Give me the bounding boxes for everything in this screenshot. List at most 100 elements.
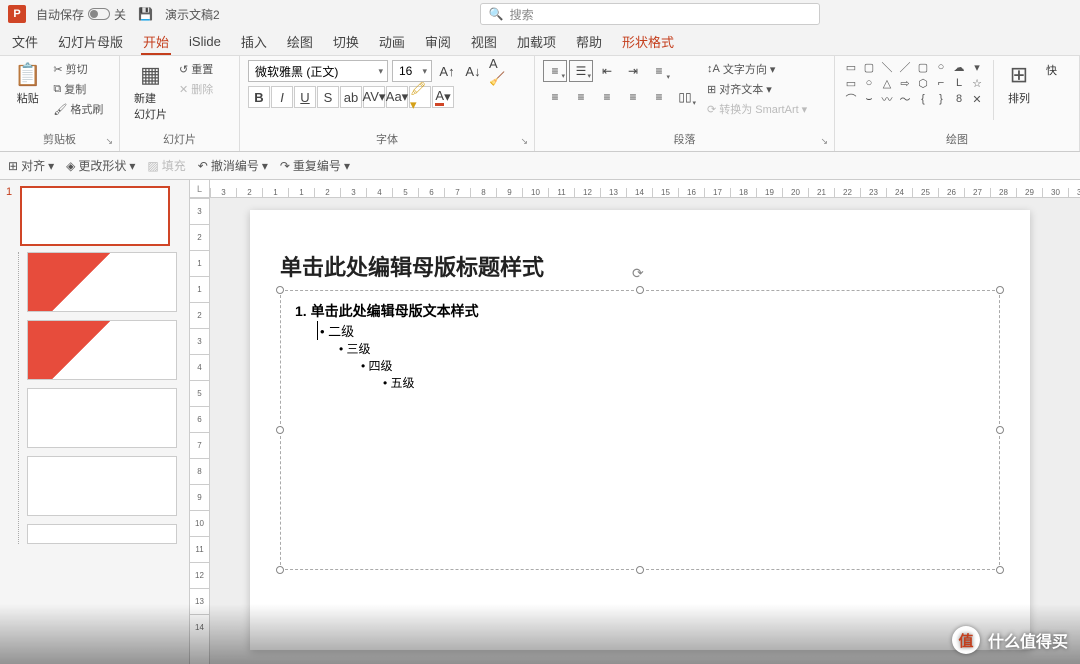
shape-oval-icon[interactable]: ○	[933, 60, 949, 74]
strike-button[interactable]: S	[317, 86, 339, 108]
numbering-button[interactable]: ☰▾	[569, 60, 593, 82]
resize-handle[interactable]	[276, 286, 284, 294]
shape-arc2-icon[interactable]: ⌣	[861, 92, 877, 106]
fontcolor-button[interactable]: A▾	[432, 86, 454, 108]
resize-handle[interactable]	[636, 286, 644, 294]
grow-font-button[interactable]: A↑	[436, 60, 458, 82]
resize-handle[interactable]	[276, 566, 284, 574]
bullets-button[interactable]: ≡▾	[543, 60, 567, 82]
tab-slidemaster[interactable]: 幻灯片母版	[56, 28, 125, 55]
tab-draw[interactable]: 绘图	[285, 28, 315, 55]
shape-square-icon[interactable]: ▢	[915, 60, 931, 74]
tab-addins[interactable]: 加载项	[515, 28, 558, 55]
shape-conn-icon[interactable]: ⌐	[933, 76, 949, 90]
columns-button[interactable]: ▯▯▾	[673, 86, 697, 108]
copy-button[interactable]: ⧉复制	[51, 80, 105, 98]
shape-star-icon[interactable]: ☆	[969, 76, 985, 90]
italic-button[interactable]: I	[271, 86, 293, 108]
thumbnail-layout-1[interactable]	[27, 252, 177, 312]
shape-line2-icon[interactable]: ／	[897, 60, 913, 74]
tab-transitions[interactable]: 切换	[331, 28, 361, 55]
text-level-5[interactable]: • 五级	[383, 374, 985, 391]
thumbnail-layout-5[interactable]	[27, 524, 177, 544]
shape-cloud-icon[interactable]: ☁	[951, 60, 967, 74]
paste-button[interactable]: 📋 粘贴	[8, 60, 47, 108]
quick-button[interactable]: 快	[1040, 60, 1063, 80]
textdirection-button[interactable]: ↕A文字方向 ▾	[705, 60, 809, 78]
indent-inc-button[interactable]: ⇥	[621, 60, 645, 82]
shape-tri-icon[interactable]: △	[879, 76, 895, 90]
body-placeholder[interactable]: ⟳ 1. 单击此处编辑母版文本样式 • 二级 • 三级 • 四级 • 五级	[280, 290, 1000, 570]
clear-format-button[interactable]: A🧹	[488, 60, 510, 82]
undo-numbering-button[interactable]: ↶撤消编号 ▾	[198, 157, 268, 174]
shape-wave2-icon[interactable]: 〜	[897, 92, 913, 106]
indent-dec-button[interactable]: ⇤	[595, 60, 619, 82]
tab-view[interactable]: 视图	[469, 28, 499, 55]
highlight-button[interactable]: 🖍▾	[409, 86, 431, 108]
linespacing-button[interactable]: ≡▾	[647, 60, 671, 82]
thumbnail-layout-3[interactable]	[27, 388, 177, 448]
resize-handle[interactable]	[996, 566, 1004, 574]
save-icon[interactable]: 💾	[138, 7, 153, 21]
spacing-button[interactable]: AV▾	[363, 86, 385, 108]
shape-8-icon[interactable]: 8	[951, 92, 967, 106]
text-level-1[interactable]: 1. 单击此处编辑母版文本样式	[295, 301, 985, 321]
case-button[interactable]: Aa▾	[386, 86, 408, 108]
tab-help[interactable]: 帮助	[574, 28, 604, 55]
aligntext-button[interactable]: ⊞对齐文本 ▾	[705, 80, 809, 98]
changeshape-button[interactable]: ◈更改形状 ▾	[66, 157, 135, 174]
font-name-combo[interactable]: 微软雅黑 (正文)	[248, 60, 388, 82]
resize-handle[interactable]	[276, 426, 284, 434]
shape-cross-icon[interactable]: ✕	[969, 92, 985, 106]
launcher-icon[interactable]: ↘	[105, 136, 113, 147]
align-left-button[interactable]: ≡	[543, 86, 567, 108]
shape-circle-icon[interactable]: ○	[861, 76, 877, 90]
shape-rect-icon[interactable]: ▭	[843, 60, 859, 74]
shapes-gallery[interactable]: ▭ ▢ ＼ ／ ▢ ○ ☁ ▾ ▭ ○ △ ⇨ ⬡ ⌐ L ☆ ⌒ ⌣ 〰 〜	[843, 60, 985, 106]
reset-button[interactable]: ↺重置	[177, 60, 215, 78]
toggle-icon[interactable]	[88, 8, 110, 20]
shape-arrow-icon[interactable]: ⇨	[897, 76, 913, 90]
align-button[interactable]: ⊞对齐 ▾	[8, 157, 54, 174]
tab-file[interactable]: 文件	[10, 28, 40, 55]
distribute-button[interactable]: ≡	[647, 86, 671, 108]
font-size-combo[interactable]: 16	[392, 60, 432, 82]
tab-insert[interactable]: 插入	[239, 28, 269, 55]
redo-numbering-button[interactable]: ↷重复编号 ▾	[280, 157, 350, 174]
shape-brace-icon[interactable]: {	[915, 92, 931, 106]
shrink-font-button[interactable]: A↓	[462, 60, 484, 82]
underline-button[interactable]: U	[294, 86, 316, 108]
text-level-2[interactable]: • 二级	[317, 321, 985, 340]
shape-more-icon[interactable]: ▾	[969, 60, 985, 74]
thumbnail-layout-4[interactable]	[27, 456, 177, 516]
shape-hex-icon[interactable]: ⬡	[915, 76, 931, 90]
text-level-4[interactable]: • 四级	[361, 357, 985, 374]
rotate-handle-icon[interactable]: ⟳	[632, 265, 644, 282]
cut-button[interactable]: ✂剪切	[51, 60, 105, 78]
shape-arc-icon[interactable]: ⌒	[843, 92, 859, 106]
align-right-button[interactable]: ≡	[595, 86, 619, 108]
text-level-3[interactable]: • 三级	[339, 340, 985, 357]
canvas-area[interactable]: L 32112345678910111213141516171819202122…	[190, 180, 1080, 664]
tab-islide[interactable]: iSlide	[187, 30, 223, 53]
align-center-button[interactable]: ≡	[569, 86, 593, 108]
shape-l-icon[interactable]: L	[951, 76, 967, 90]
shape-line-icon[interactable]: ＼	[879, 60, 895, 74]
tab-shapeformat[interactable]: 形状格式	[620, 28, 676, 55]
resize-handle[interactable]	[996, 426, 1004, 434]
autosave-toggle[interactable]: 自动保存 关	[36, 6, 126, 23]
justify-button[interactable]: ≡	[621, 86, 645, 108]
shape-rect2-icon[interactable]: ▢	[861, 60, 877, 74]
newslide-button[interactable]: ▦ 新建 幻灯片	[128, 60, 173, 124]
thumbnail-master[interactable]	[20, 186, 170, 246]
formatpainter-button[interactable]: 🖌格式刷	[51, 100, 105, 118]
shadow-button[interactable]: ab	[340, 86, 362, 108]
launcher-icon[interactable]: ↘	[820, 136, 828, 147]
shape-brace2-icon[interactable]: }	[933, 92, 949, 106]
tab-review[interactable]: 审阅	[423, 28, 453, 55]
search-input[interactable]: 🔍 搜索	[480, 3, 820, 25]
tab-home[interactable]: 开始	[141, 28, 171, 55]
thumbnail-layout-2[interactable]	[27, 320, 177, 380]
shape-wave-icon[interactable]: 〰	[879, 92, 895, 106]
resize-handle[interactable]	[996, 286, 1004, 294]
